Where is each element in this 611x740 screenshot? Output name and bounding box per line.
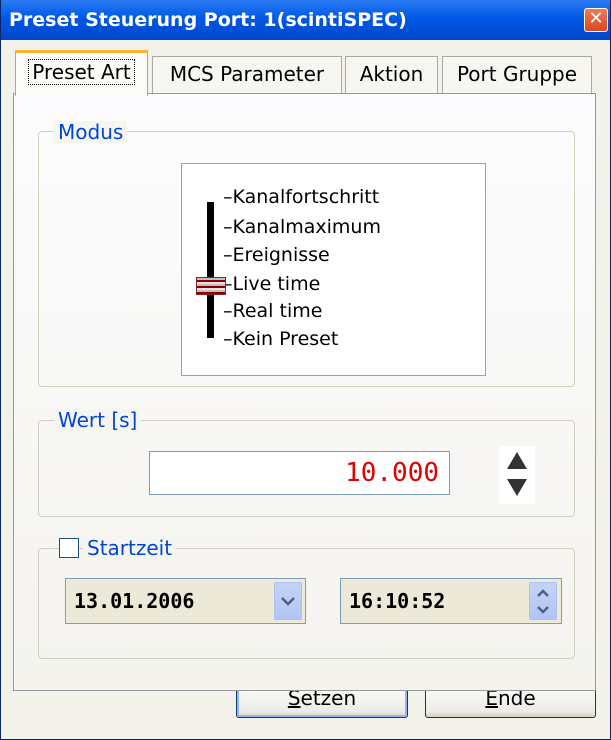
tab-label: Preset Art [28, 59, 135, 85]
spin-up-icon[interactable] [536, 589, 550, 597]
time-spinner[interactable] [529, 582, 557, 620]
window-title: Preset Steuerung Port: 1(scintiSPEC) [9, 9, 407, 31]
tab-aktion[interactable]: Aktion [345, 56, 438, 94]
modus-label: Modus [54, 121, 128, 143]
tab-label: MCS Parameter [169, 62, 325, 86]
tab-preset-art[interactable]: Preset Art [15, 50, 148, 96]
tab-mcs-parameter[interactable]: MCS Parameter [152, 56, 342, 94]
date-dropdown-button[interactable] [274, 582, 302, 620]
date-value: 13.01.2006 [74, 589, 195, 613]
spin-down-icon[interactable] [507, 479, 527, 496]
startzeit-label[interactable]: Startzeit [83, 537, 177, 559]
wert-value-field[interactable]: 10.000 [149, 451, 450, 495]
slider-thumb[interactable] [196, 277, 226, 295]
modus-option-kanalmaximum[interactable]: –Kanalmaximum [223, 216, 381, 238]
title-bar[interactable]: Preset Steuerung Port: 1(scintiSPEC) ✕ [1, 0, 610, 40]
modus-option-real-time[interactable]: –Real time [223, 300, 322, 322]
chevron-down-icon [281, 597, 295, 606]
tab-label: Aktion [359, 62, 424, 86]
slider-track[interactable] [207, 202, 214, 338]
modus-slider-panel[interactable]: –Kanalfortschritt –Kanalmaximum –Ereigni… [181, 163, 486, 376]
startzeit-checkbox[interactable] [59, 538, 79, 558]
date-picker[interactable]: 13.01.2006 [65, 578, 306, 624]
tab-label: Port Gruppe [456, 62, 578, 86]
wert-spinner[interactable] [499, 446, 535, 504]
spin-down-icon[interactable] [536, 606, 550, 614]
tab-port-gruppe[interactable]: Port Gruppe [442, 56, 592, 94]
modus-option-kanalfortschritt[interactable]: –Kanalfortschritt [223, 186, 379, 208]
spin-up-icon[interactable] [507, 452, 527, 469]
time-picker[interactable]: 16:10:52 [340, 578, 562, 624]
time-value: 16:10:52 [349, 589, 446, 613]
modus-option-kein-preset[interactable]: –Kein Preset [223, 328, 338, 350]
wert-label: Wert [s] [54, 409, 142, 431]
modus-option-live-time[interactable]: –Live time [223, 273, 320, 295]
preset-dialog: Preset Steuerung Port: 1(scintiSPEC) ✕ P… [0, 0, 611, 740]
close-icon[interactable]: ✕ [584, 8, 608, 32]
modus-option-ereignisse[interactable]: –Ereignisse [223, 244, 330, 266]
